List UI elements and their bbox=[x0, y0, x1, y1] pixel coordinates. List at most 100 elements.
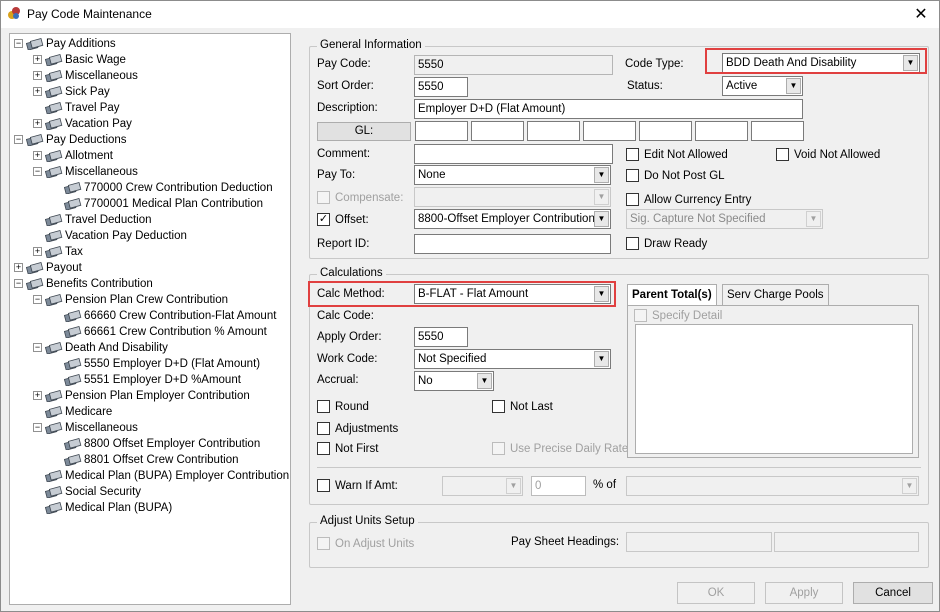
tree-node[interactable]: − Death And Disability bbox=[33, 340, 168, 356]
collapse-icon[interactable]: − bbox=[14, 279, 23, 289]
tree-node[interactable]: + Sick Pay bbox=[33, 84, 110, 100]
expand-icon[interactable]: + bbox=[14, 263, 23, 273]
tree-node[interactable]: + Pension Plan Employer Contribution bbox=[33, 388, 250, 404]
tree-node[interactable]: 8800 Offset Employer Contribution bbox=[52, 436, 260, 452]
tree-node[interactable]: − Miscellaneous bbox=[33, 420, 138, 436]
chevron-down-icon[interactable]: ▼ bbox=[594, 189, 609, 205]
tree-node[interactable]: 8801 Offset Crew Contribution bbox=[52, 452, 238, 468]
tree-node[interactable]: − Miscellaneous bbox=[33, 164, 138, 180]
adjustments-checkbox[interactable]: Adjustments bbox=[317, 422, 398, 436]
offset-select[interactable]: 8800-Offset Employer Contribution ▼ bbox=[414, 209, 611, 229]
chevron-down-icon[interactable]: ▼ bbox=[594, 211, 609, 227]
tree-node[interactable]: 770000 Crew Contribution Deduction bbox=[52, 180, 273, 196]
checkbox-box[interactable] bbox=[626, 237, 639, 251]
tree-node[interactable]: 7700001 Medical Plan Contribution bbox=[52, 196, 263, 212]
chevron-down-icon[interactable]: ▼ bbox=[477, 373, 492, 389]
collapse-icon[interactable]: − bbox=[14, 39, 23, 49]
cancel-button[interactable]: Cancel bbox=[853, 582, 933, 604]
not-first-checkbox[interactable]: Not First bbox=[317, 442, 378, 456]
tab-serv-charge-pools[interactable]: Serv Charge Pools bbox=[722, 284, 829, 305]
on-adjust-units-checkbox[interactable]: On Adjust Units bbox=[317, 537, 414, 551]
gl-segment-3[interactable] bbox=[527, 121, 580, 141]
warn-if-amt-checkbox[interactable]: Warn If Amt: bbox=[317, 479, 398, 493]
work-code-select[interactable]: Not Specified ▼ bbox=[414, 349, 611, 369]
gl-segment-2[interactable] bbox=[471, 121, 524, 141]
close-icon[interactable]: ✕ bbox=[911, 4, 931, 24]
tree-node[interactable]: − Pay Deductions bbox=[14, 132, 127, 148]
tree-node[interactable]: Medical Plan (BUPA) Employer Contributio… bbox=[33, 468, 289, 484]
draw-ready-checkbox[interactable]: Draw Ready bbox=[626, 237, 707, 251]
chevron-down-icon[interactable]: ▼ bbox=[594, 351, 609, 367]
tree-node[interactable]: + Tax bbox=[33, 244, 83, 260]
pay-code-tree[interactable]: − Pay Additions + Basic Wage + Miscellaneous +… bbox=[9, 33, 291, 605]
checkbox-box[interactable] bbox=[492, 442, 505, 456]
tree-node[interactable]: + Allotment bbox=[33, 148, 113, 164]
chevron-down-icon[interactable]: ▼ bbox=[806, 211, 821, 227]
ok-button[interactable]: OK bbox=[677, 582, 755, 604]
offset-checkbox[interactable]: ✓ Offset: bbox=[317, 213, 369, 227]
tree-node[interactable]: 5551 Employer D+D %Amount bbox=[52, 372, 241, 388]
sort-order-field[interactable]: 5550 bbox=[414, 77, 468, 97]
checkbox-box[interactable] bbox=[626, 193, 639, 207]
gl-segment-7[interactable] bbox=[751, 121, 804, 141]
tree-node[interactable]: Medicare bbox=[33, 404, 112, 420]
checkmark-icon[interactable]: ✓ bbox=[317, 213, 330, 227]
gl-segment-6[interactable] bbox=[695, 121, 748, 141]
expand-icon[interactable]: + bbox=[33, 55, 42, 65]
round-checkbox[interactable]: Round bbox=[317, 400, 369, 414]
pay-sheet-heading-2[interactable] bbox=[774, 532, 919, 552]
tab-parent-totals[interactable]: Parent Total(s) bbox=[627, 284, 717, 306]
chevron-down-icon[interactable]: ▼ bbox=[594, 167, 609, 183]
description-field[interactable]: Employer D+D (Flat Amount) bbox=[414, 99, 803, 119]
expand-icon[interactable]: + bbox=[33, 71, 42, 81]
checkbox-box[interactable] bbox=[492, 400, 505, 414]
chevron-down-icon[interactable]: ▼ bbox=[506, 478, 521, 494]
apply-order-field[interactable]: 5550 bbox=[414, 327, 468, 347]
collapse-icon[interactable]: − bbox=[33, 167, 42, 177]
gl-segment-4[interactable] bbox=[583, 121, 636, 141]
collapse-icon[interactable]: − bbox=[14, 135, 23, 145]
checkbox-box[interactable] bbox=[317, 400, 330, 414]
expand-icon[interactable]: + bbox=[33, 391, 42, 401]
expand-icon[interactable]: + bbox=[33, 151, 42, 161]
tree-node[interactable]: + Vacation Pay bbox=[33, 116, 132, 132]
warn-operator-select[interactable]: ▼ bbox=[442, 476, 523, 496]
gl-segment-5[interactable] bbox=[639, 121, 692, 141]
tree-node[interactable]: − Pay Additions bbox=[14, 36, 116, 52]
apply-button[interactable]: Apply bbox=[765, 582, 843, 604]
gl-segment-1[interactable] bbox=[415, 121, 468, 141]
compensate-checkbox[interactable]: Compensate: bbox=[317, 191, 403, 205]
comment-field[interactable] bbox=[414, 144, 613, 164]
do-not-post-gl-checkbox[interactable]: Do Not Post GL bbox=[626, 169, 725, 183]
tree-node[interactable]: Vacation Pay Deduction bbox=[33, 228, 187, 244]
void-not-allowed-checkbox[interactable]: Void Not Allowed bbox=[776, 148, 880, 162]
collapse-icon[interactable]: − bbox=[33, 295, 42, 305]
edit-not-allowed-checkbox[interactable]: Edit Not Allowed bbox=[626, 148, 728, 162]
checkbox-box[interactable] bbox=[317, 422, 330, 436]
status-select[interactable]: Active ▼ bbox=[722, 76, 803, 96]
pay-sheet-heading-1[interactable] bbox=[626, 532, 772, 552]
chevron-down-icon[interactable]: ▼ bbox=[786, 78, 801, 94]
collapse-icon[interactable]: − bbox=[33, 343, 42, 353]
parent-totals-list[interactable] bbox=[635, 324, 913, 454]
tree-node[interactable]: Travel Deduction bbox=[33, 212, 152, 228]
accrual-select[interactable]: No ▼ bbox=[414, 371, 494, 391]
specify-detail-checkbox[interactable]: Specify Detail bbox=[634, 309, 722, 323]
tree-node[interactable]: + Basic Wage bbox=[33, 52, 126, 68]
expand-icon[interactable]: + bbox=[33, 87, 42, 97]
tree-node[interactable]: Medical Plan (BUPA) bbox=[33, 500, 172, 516]
use-precise-daily-rate-checkbox[interactable]: Use Precise Daily Rate bbox=[492, 442, 628, 456]
checkbox-box[interactable] bbox=[626, 148, 639, 162]
compensate-select[interactable]: ▼ bbox=[414, 187, 611, 207]
tree-node[interactable]: + Miscellaneous bbox=[33, 68, 138, 84]
expand-icon[interactable]: + bbox=[33, 119, 42, 129]
sig-capture-select[interactable]: Sig. Capture Not Specified ▼ bbox=[626, 209, 823, 229]
tree-node[interactable]: 5550 Employer D+D (Flat Amount) bbox=[52, 356, 261, 372]
gl-button[interactable]: GL: bbox=[317, 122, 411, 141]
not-last-checkbox[interactable]: Not Last bbox=[492, 400, 553, 414]
checkbox-box[interactable] bbox=[317, 442, 330, 456]
tree-node[interactable]: 66660 Crew Contribution-Flat Amount bbox=[52, 308, 276, 324]
expand-icon[interactable]: + bbox=[33, 247, 42, 257]
tree-node[interactable]: Social Security bbox=[33, 484, 141, 500]
tree-node[interactable]: 66661 Crew Contribution % Amount bbox=[52, 324, 267, 340]
